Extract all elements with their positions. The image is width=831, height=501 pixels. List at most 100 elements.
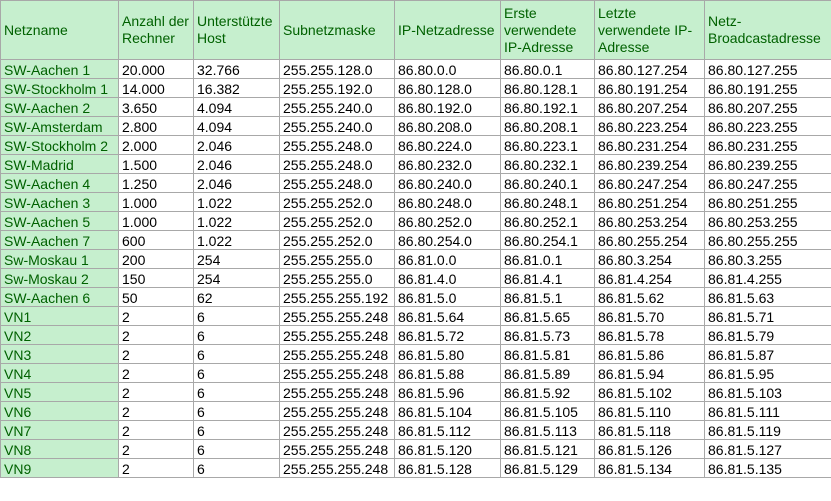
erste-ip-cell[interactable]: 86.80.208.1 [500, 116, 595, 136]
erste-ip-cell[interactable]: 86.81.5.1 [500, 287, 595, 307]
netzname-cell[interactable]: SW-Stockholm 1 [0, 78, 119, 98]
anzahl-cell[interactable]: 2 [118, 363, 194, 383]
letzte-ip-cell[interactable]: 86.80.223.254 [594, 116, 705, 136]
letzte-ip-cell[interactable]: 86.81.5.126 [594, 439, 705, 459]
host-cell[interactable]: 6 [193, 306, 280, 326]
netzname-cell[interactable]: VN6 [0, 401, 119, 421]
broadcast-cell[interactable]: 86.81.4.255 [704, 268, 831, 288]
anzahl-cell[interactable]: 1.500 [118, 154, 194, 174]
subnetzmaske-cell[interactable]: 255.255.255.248 [279, 325, 395, 345]
broadcast-cell[interactable]: 86.81.5.111 [704, 401, 831, 421]
netzadresse-cell[interactable]: 86.80.252.0 [394, 211, 501, 231]
anzahl-cell[interactable]: 14.000 [118, 78, 194, 98]
letzte-ip-cell[interactable]: 86.80.207.254 [594, 97, 705, 117]
subnetzmaske-cell[interactable]: 255.255.255.0 [279, 249, 395, 269]
netzadresse-cell[interactable]: 86.81.5.120 [394, 439, 501, 459]
subnetzmaske-cell[interactable]: 255.255.255.248 [279, 458, 395, 478]
erste-ip-cell[interactable]: 86.81.5.89 [500, 363, 595, 383]
subnetzmaske-cell[interactable]: 255.255.255.248 [279, 344, 395, 364]
netzname-cell[interactable]: SW-Madrid [0, 154, 119, 174]
subnetzmaske-cell[interactable]: 255.255.255.248 [279, 439, 395, 459]
netzadresse-cell[interactable]: 86.81.5.0 [394, 287, 501, 307]
erste-ip-cell[interactable]: 86.81.5.105 [500, 401, 595, 421]
subnetzmaske-cell[interactable]: 255.255.248.0 [279, 173, 395, 193]
host-cell[interactable]: 1.022 [193, 192, 280, 212]
header-unterstuetzte-host[interactable]: Unterstützte Host [193, 0, 280, 60]
letzte-ip-cell[interactable]: 86.81.5.62 [594, 287, 705, 307]
subnetzmaske-cell[interactable]: 255.255.128.0 [279, 59, 395, 79]
host-cell[interactable]: 4.094 [193, 97, 280, 117]
netzadresse-cell[interactable]: 86.81.5.128 [394, 458, 501, 478]
header-ip-netzadresse[interactable]: IP-Netzadresse [394, 0, 501, 60]
broadcast-cell[interactable]: 86.81.5.63 [704, 287, 831, 307]
erste-ip-cell[interactable]: 86.80.223.1 [500, 135, 595, 155]
erste-ip-cell[interactable]: 86.81.5.92 [500, 382, 595, 402]
letzte-ip-cell[interactable]: 86.80.191.254 [594, 78, 705, 98]
broadcast-cell[interactable]: 86.80.127.255 [704, 59, 831, 79]
netzadresse-cell[interactable]: 86.80.248.0 [394, 192, 501, 212]
subnetzmaske-cell[interactable]: 255.255.248.0 [279, 154, 395, 174]
host-cell[interactable]: 6 [193, 344, 280, 364]
broadcast-cell[interactable]: 86.80.191.255 [704, 78, 831, 98]
anzahl-cell[interactable]: 1.000 [118, 192, 194, 212]
anzahl-cell[interactable]: 3.650 [118, 97, 194, 117]
anzahl-cell[interactable]: 2.800 [118, 116, 194, 136]
netzname-cell[interactable]: SW-Aachen 5 [0, 211, 119, 231]
netzadresse-cell[interactable]: 86.80.0.0 [394, 59, 501, 79]
broadcast-cell[interactable]: 86.80.223.255 [704, 116, 831, 136]
broadcast-cell[interactable]: 86.81.5.71 [704, 306, 831, 326]
subnetzmaske-cell[interactable]: 255.255.255.248 [279, 363, 395, 383]
erste-ip-cell[interactable]: 86.81.5.73 [500, 325, 595, 345]
anzahl-cell[interactable]: 20.000 [118, 59, 194, 79]
host-cell[interactable]: 2.046 [193, 173, 280, 193]
erste-ip-cell[interactable]: 86.81.5.81 [500, 344, 595, 364]
subnetzmaske-cell[interactable]: 255.255.255.248 [279, 382, 395, 402]
broadcast-cell[interactable]: 86.80.207.255 [704, 97, 831, 117]
subnetzmaske-cell[interactable]: 255.255.252.0 [279, 230, 395, 250]
netzname-cell[interactable]: SW-Aachen 2 [0, 97, 119, 117]
host-cell[interactable]: 6 [193, 420, 280, 440]
erste-ip-cell[interactable]: 86.81.5.129 [500, 458, 595, 478]
netzadresse-cell[interactable]: 86.81.5.96 [394, 382, 501, 402]
erste-ip-cell[interactable]: 86.81.0.1 [500, 249, 595, 269]
netzname-cell[interactable]: VN8 [0, 439, 119, 459]
letzte-ip-cell[interactable]: 86.81.5.134 [594, 458, 705, 478]
erste-ip-cell[interactable]: 86.80.0.1 [500, 59, 595, 79]
netzname-cell[interactable]: SW-Stockholm 2 [0, 135, 119, 155]
host-cell[interactable]: 6 [193, 325, 280, 345]
netzadresse-cell[interactable]: 86.81.5.112 [394, 420, 501, 440]
anzahl-cell[interactable]: 600 [118, 230, 194, 250]
broadcast-cell[interactable]: 86.81.5.135 [704, 458, 831, 478]
host-cell[interactable]: 4.094 [193, 116, 280, 136]
host-cell[interactable]: 6 [193, 382, 280, 402]
netzadresse-cell[interactable]: 86.80.240.0 [394, 173, 501, 193]
broadcast-cell[interactable]: 86.80.239.255 [704, 154, 831, 174]
erste-ip-cell[interactable]: 86.81.4.1 [500, 268, 595, 288]
host-cell[interactable]: 16.382 [193, 78, 280, 98]
host-cell[interactable]: 254 [193, 268, 280, 288]
subnetzmaske-cell[interactable]: 255.255.255.248 [279, 420, 395, 440]
header-subnetzmaske[interactable]: Subnetzmaske [279, 0, 395, 60]
erste-ip-cell[interactable]: 86.80.248.1 [500, 192, 595, 212]
netzadresse-cell[interactable]: 86.80.232.0 [394, 154, 501, 174]
broadcast-cell[interactable]: 86.81.5.79 [704, 325, 831, 345]
anzahl-cell[interactable]: 2 [118, 306, 194, 326]
letzte-ip-cell[interactable]: 86.81.5.102 [594, 382, 705, 402]
broadcast-cell[interactable]: 86.81.5.95 [704, 363, 831, 383]
netzadresse-cell[interactable]: 86.80.192.0 [394, 97, 501, 117]
broadcast-cell[interactable]: 86.81.5.119 [704, 420, 831, 440]
letzte-ip-cell[interactable]: 86.81.5.94 [594, 363, 705, 383]
netzname-cell[interactable]: SW-Aachen 7 [0, 230, 119, 250]
subnetzmaske-cell[interactable]: 255.255.255.0 [279, 268, 395, 288]
netzname-cell[interactable]: VN3 [0, 344, 119, 364]
erste-ip-cell[interactable]: 86.81.5.121 [500, 439, 595, 459]
letzte-ip-cell[interactable]: 86.80.255.254 [594, 230, 705, 250]
netzname-cell[interactable]: VN2 [0, 325, 119, 345]
netzname-cell[interactable]: SW-Aachen 1 [0, 59, 119, 79]
letzte-ip-cell[interactable]: 86.81.5.86 [594, 344, 705, 364]
letzte-ip-cell[interactable]: 86.80.253.254 [594, 211, 705, 231]
netzadresse-cell[interactable]: 86.80.254.0 [394, 230, 501, 250]
anzahl-cell[interactable]: 2 [118, 439, 194, 459]
broadcast-cell[interactable]: 86.81.5.87 [704, 344, 831, 364]
subnetzmaske-cell[interactable]: 255.255.192.0 [279, 78, 395, 98]
